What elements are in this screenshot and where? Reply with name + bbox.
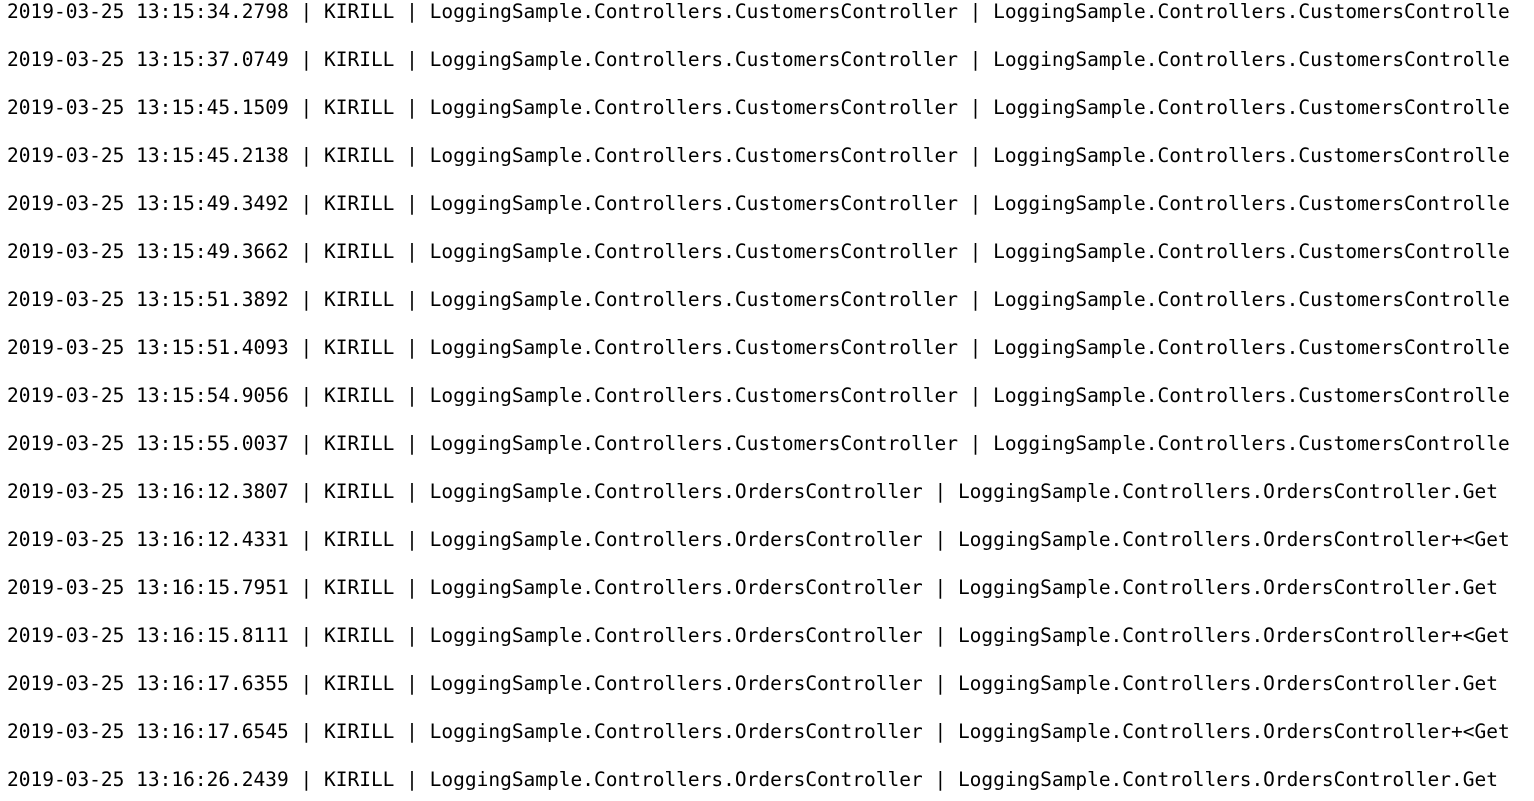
log-line: 2019-03-25 13:16:15.7951 | KIRILL | Logg… [7, 576, 1498, 599]
log-line: 2019-03-25 13:15:49.3662 | KIRILL | Logg… [7, 240, 1510, 263]
log-line: 2019-03-25 13:16:12.3807 | KIRILL | Logg… [7, 480, 1498, 503]
log-line: 2019-03-25 13:15:34.2798 | KIRILL | Logg… [7, 0, 1510, 23]
log-line: 2019-03-25 13:16:15.8111 | KIRILL | Logg… [7, 624, 1510, 647]
log-line: 2019-03-25 13:15:54.9056 | KIRILL | Logg… [7, 384, 1510, 407]
log-line: 2019-03-25 13:16:17.6355 | KIRILL | Logg… [7, 672, 1498, 695]
log-line: 2019-03-25 13:15:51.3892 | KIRILL | Logg… [7, 288, 1510, 311]
log-line: 2019-03-25 13:16:26.2439 | KIRILL | Logg… [7, 768, 1498, 791]
log-line: 2019-03-25 13:16:17.6545 | KIRILL | Logg… [7, 720, 1510, 743]
log-file-view: 2019-03-25 13:15:34.2798 | KIRILL | Logg… [0, 0, 1534, 801]
log-line: 2019-03-25 13:15:55.0037 | KIRILL | Logg… [7, 432, 1510, 455]
log-line: 2019-03-25 13:15:51.4093 | KIRILL | Logg… [7, 336, 1510, 359]
log-line: 2019-03-25 13:15:37.0749 | KIRILL | Logg… [7, 48, 1510, 71]
log-line: 2019-03-25 13:15:45.2138 | KIRILL | Logg… [7, 144, 1510, 167]
log-line: 2019-03-25 13:15:45.1509 | KIRILL | Logg… [7, 96, 1510, 119]
log-line: 2019-03-25 13:16:12.4331 | KIRILL | Logg… [7, 528, 1510, 551]
log-line: 2019-03-25 13:15:49.3492 | KIRILL | Logg… [7, 192, 1510, 215]
